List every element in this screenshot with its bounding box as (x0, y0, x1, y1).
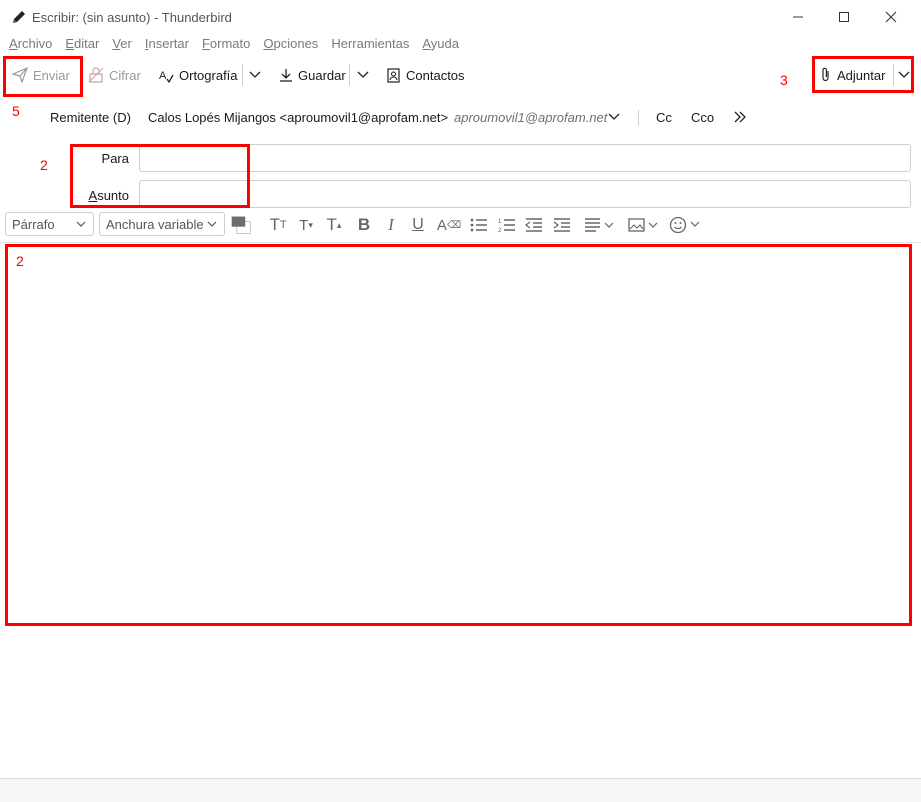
menu-opciones[interactable]: Opciones (263, 34, 318, 54)
encrypt-button[interactable]: Cifrar (88, 56, 141, 94)
align-menu-icon[interactable] (583, 214, 617, 236)
toolbar-separator (242, 64, 243, 86)
save-dropdown[interactable] (356, 56, 375, 94)
annotation-number-body: 2 (16, 253, 24, 269)
format-toolbar: Párrafo Anchura variable TT T ▾ T ▴ B I U … (0, 212, 921, 240)
to-input[interactable] (139, 144, 911, 172)
annotation-number-send: 5 (12, 103, 20, 119)
cc-button[interactable]: Cc (656, 110, 672, 125)
spelling-label: Ortografía (179, 67, 238, 83)
minimize-button[interactable] (775, 0, 821, 34)
chevron-down-icon (249, 71, 261, 78)
italic-icon[interactable]: I (380, 214, 402, 236)
address-book-icon (387, 67, 400, 83)
annotation-box-fields (70, 144, 250, 208)
numbered-list-icon[interactable]: 12 (496, 214, 518, 236)
font-size-larger-icon[interactable]: TT (267, 214, 289, 236)
menu-herramientas[interactable]: Herramientas (331, 34, 409, 54)
more-recipients-button[interactable] (733, 110, 747, 127)
bold-icon[interactable]: B (353, 214, 375, 236)
encrypt-label: Cifrar (109, 67, 141, 83)
spelling-button[interactable]: A Ortografía (158, 56, 238, 94)
menu-ver[interactable]: Ver (112, 34, 132, 54)
title-bar: Escribir: (sin asunto) - Thunderbird (0, 0, 921, 34)
chevron-down-icon (207, 221, 217, 227)
annotation-box-attach (812, 56, 914, 93)
paragraph-format-select[interactable]: Párrafo (5, 212, 94, 236)
pencil-icon (10, 8, 28, 26)
toolbar-separator (349, 64, 350, 86)
status-bar (0, 778, 921, 802)
indent-icon[interactable] (551, 214, 573, 236)
maximize-button[interactable] (821, 0, 867, 34)
menu-archivo[interactable]: Archivo (9, 34, 52, 54)
spellcheck-icon: A (159, 70, 174, 83)
header-separator (638, 110, 639, 126)
window-title: Escribir: (sin asunto) - Thunderbird (32, 10, 232, 25)
close-button[interactable] (868, 0, 914, 34)
lock-icon (88, 67, 104, 83)
svg-text:2: 2 (498, 228, 502, 233)
insert-emoji-icon[interactable] (669, 214, 703, 236)
chevron-down-icon (76, 221, 86, 227)
annotation-box-send (3, 56, 83, 97)
from-select[interactable]: Calos Lopés Mijangos <aproumovil1@aprofa… (148, 110, 448, 125)
bullet-list-icon[interactable] (468, 214, 490, 236)
contacts-button[interactable]: Contactos (386, 56, 465, 94)
spelling-dropdown[interactable] (248, 56, 267, 94)
font-select[interactable]: Anchura variable (99, 212, 225, 236)
double-chevron-right-icon (734, 111, 746, 123)
contacts-label: Contactos (406, 67, 465, 83)
subject-input[interactable] (139, 180, 911, 208)
menu-bar: Archivo Editar Ver Insertar Formato Opci… (0, 34, 921, 54)
bcc-button[interactable]: Cco (691, 110, 714, 125)
font-size-smaller-icon[interactable]: T ▾ (295, 214, 317, 236)
font-size-icon[interactable]: T ▴ (323, 214, 345, 236)
annotation-number-attach: 3 (780, 72, 788, 88)
save-label: Guardar (298, 67, 346, 83)
svg-text:1: 1 (498, 219, 502, 225)
text-color-button[interactable] (230, 214, 252, 236)
save-button[interactable]: Guardar (279, 56, 346, 94)
annotation-box-body (5, 244, 912, 626)
menu-ayuda[interactable]: Ayuda (422, 34, 459, 54)
svg-text:A: A (159, 70, 167, 82)
clear-formatting-icon[interactable]: A ⌫ (437, 214, 461, 236)
annotation-number-fields: 2 (40, 157, 48, 173)
menu-editar[interactable]: Editar (65, 34, 99, 54)
outdent-icon[interactable] (523, 214, 545, 236)
menu-insertar[interactable]: Insertar (145, 34, 189, 54)
underline-icon[interactable]: U (407, 214, 429, 236)
chevron-down-icon (357, 71, 369, 78)
from-identity: aproumovil1@aprofam.net (454, 110, 608, 125)
from-label: Remitente (D) (50, 110, 131, 125)
color-swatch-icon (231, 216, 251, 234)
from-dropdown[interactable] (607, 110, 621, 127)
download-icon (280, 69, 292, 82)
menu-formato[interactable]: Formato (202, 34, 250, 54)
insert-image-icon[interactable] (627, 214, 661, 236)
chevron-down-icon (608, 113, 620, 120)
